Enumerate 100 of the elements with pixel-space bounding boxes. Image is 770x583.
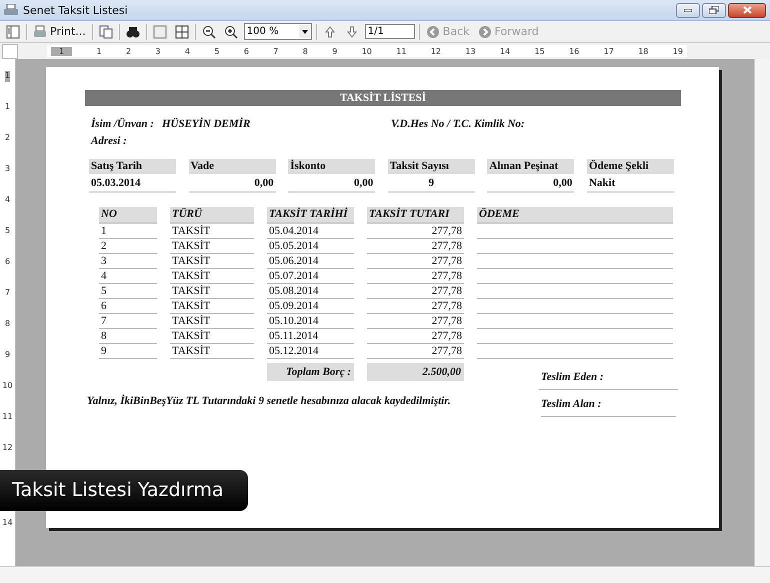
table-cell: TAKSİT — [170, 269, 254, 284]
table-cell: 05.08.2014 — [267, 284, 354, 299]
ruler-number: 1 — [51, 46, 72, 56]
ruler-number: 11 — [2, 412, 13, 423]
table-cell: 05.09.2014 — [267, 299, 354, 314]
table-cell: 277,78 — [367, 299, 464, 314]
column-header: TÜRÜ — [170, 207, 254, 224]
column-header: TAKSİT TUTARI — [367, 207, 464, 224]
table-cell: 6 — [99, 299, 157, 314]
summary-value: Nakit — [586, 176, 674, 193]
ruler-number: 9 — [332, 46, 338, 56]
ruler-number: 8 — [4, 319, 10, 330]
close-button[interactable] — [728, 2, 766, 18]
maximize-button[interactable] — [702, 2, 726, 18]
printer-icon — [33, 24, 47, 38]
summary-value: 0,00 — [487, 176, 574, 193]
ruler-number: 4 — [4, 195, 10, 206]
ruler-number: 1 — [96, 46, 102, 56]
table-cell: TAKSİT — [170, 239, 254, 254]
table-cell: 3 — [99, 254, 157, 269]
window-title: Senet Taksit Listesi — [23, 4, 129, 16]
ruler-number: 2 — [126, 46, 132, 56]
column-header: NO — [99, 207, 157, 224]
ruler-number: 7 — [273, 46, 278, 56]
table-cell: 5 — [99, 284, 157, 299]
summary-value: 0,00 — [288, 176, 376, 193]
horizontal-scrollbar[interactable] — [0, 566, 770, 583]
multi-page-button[interactable] — [172, 24, 191, 40]
ruler-number: 14 — [500, 46, 510, 56]
table-cell: 1 — [99, 224, 157, 239]
table-cell: 05.07.2014 — [267, 269, 354, 284]
printer-icon — [4, 4, 18, 16]
table-cell: 2 — [99, 239, 157, 254]
table-cell: 05.05.2014 — [267, 239, 354, 254]
table-cell: 277,78 — [367, 284, 464, 299]
table-cell: 277,78 — [367, 344, 464, 359]
ruler-number: 15 — [534, 46, 545, 56]
total-value: 2.500,00 — [367, 363, 464, 381]
table-cell: 05.06.2014 — [267, 254, 354, 269]
summary-header: Alınan Peşinat — [487, 159, 574, 174]
address-label: Adresi : — [90, 135, 128, 147]
table-cell: 05.12.2014 — [267, 344, 354, 359]
table-cell: TAKSİT — [170, 284, 254, 299]
vertical-scrollbar[interactable] — [754, 59, 770, 566]
zoom-dropdown[interactable]: 100 % — [244, 23, 312, 40]
ruler-number: 10 — [362, 46, 372, 56]
summary-header: İskonto — [288, 159, 376, 174]
copy-button[interactable] — [96, 24, 115, 40]
tax-id-label: V.D.Hes No / T.C. Kimlik No: — [391, 118, 525, 130]
close-icon — [742, 6, 752, 14]
ruler-number: 5 — [214, 46, 220, 56]
table-cell: 277,78 — [367, 224, 464, 239]
received-by-label: Teslim Alan : — [541, 398, 676, 417]
minimize-button[interactable] — [676, 2, 700, 18]
table-cell: 4 — [99, 269, 157, 284]
table-cell: TAKSİT — [170, 299, 254, 314]
table-cell: 277,78 — [367, 239, 464, 254]
table-cell: TAKSİT — [170, 254, 254, 269]
table-cell: 277,78 — [367, 329, 464, 344]
table-cell: 277,78 — [367, 269, 464, 284]
minimize-icon — [684, 8, 692, 12]
table-cell: 7 — [99, 314, 157, 329]
ruler-number: 17 — [604, 46, 614, 56]
ruler-number: 18 — [638, 46, 648, 56]
caret-icon — [298, 25, 311, 38]
summary-value: 9 — [388, 176, 475, 193]
ruler-number: 1 — [4, 102, 10, 113]
ruler-number: 9 — [4, 350, 10, 361]
ruler-number: 19 — [672, 46, 683, 56]
caption-banner: Taksit Listesi Yazdırma — [0, 470, 248, 511]
summary-header: Taksit Sayısı — [388, 159, 475, 174]
table-cell: TAKSİT — [170, 329, 254, 344]
ruler-number: 10 — [2, 381, 13, 392]
table-cell: TAKSİT — [170, 344, 254, 359]
print-button[interactable]: Print... — [31, 24, 88, 40]
ruler-number: 11 — [396, 46, 406, 56]
ruler-number: 7 — [4, 288, 10, 299]
summary-header: Satış Tarih — [89, 159, 176, 174]
sidebar-button[interactable] — [4, 24, 22, 40]
ruler-number: 2 — [4, 133, 10, 144]
table-cell: 277,78 — [367, 254, 464, 269]
summary-value: 05.03.2014 — [89, 176, 176, 193]
report-title: TAKSİT LİSTESİ — [85, 90, 681, 106]
note-text: Yalnız, İkiBinBeşYüz TL Tutarındaki 9 senetle hesabınıza alacak kaydedilmiştir. — [86, 395, 452, 407]
total-label: Toplam Borç : — [267, 363, 354, 381]
ruler-number: 6 — [4, 257, 10, 268]
ruler-number: 12 — [430, 46, 441, 56]
column-header: TAKSİT TARİHİ — [267, 207, 354, 224]
restore-icon — [709, 6, 719, 14]
page-field[interactable]: 1/1 — [364, 24, 415, 39]
table-cell: 277,78 — [367, 314, 464, 329]
summary-value: 0,00 — [188, 176, 276, 193]
name-label: İsim /Ünvan : — [91, 118, 154, 130]
table-cell: TAKSİT — [170, 224, 254, 239]
summary-header: Vade — [188, 159, 276, 174]
single-page-button[interactable] — [150, 24, 169, 40]
ruler-number: 6 — [244, 46, 249, 56]
summary-header: Ödeme Şekli — [586, 159, 674, 174]
table-cell: TAKSİT — [170, 314, 254, 329]
ruler-number: 1 — [4, 71, 10, 82]
